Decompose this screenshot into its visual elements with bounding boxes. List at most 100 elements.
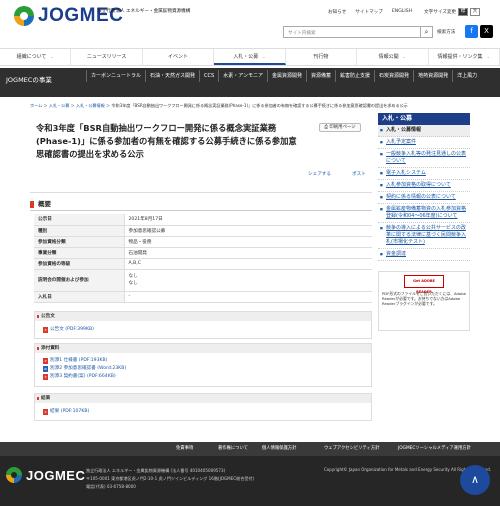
top-link-news[interactable]: お知らせ	[328, 9, 346, 15]
adobe-reader-button[interactable]: Get ADOBE READER	[404, 275, 444, 294]
table-row: 種別 参加意思確認公募	[34, 225, 372, 237]
facebook-icon[interactable]: f	[465, 25, 478, 38]
pdf-icon: P	[43, 357, 48, 364]
word-icon: W	[43, 365, 48, 372]
row-key: 公示日	[34, 214, 125, 226]
row-value: 物品・役務	[124, 236, 372, 248]
attachment-link[interactable]: P 別添3 契約書(案) (PDF:664KB)	[35, 373, 371, 381]
row-key: 参加資格の等級	[34, 258, 125, 270]
nav-info[interactable]: 情報提供・リンク集 ⌄	[429, 49, 500, 65]
sidebar-item[interactable]: 一般競争入札等の発注見通しの公表について	[378, 149, 470, 168]
org-name: 独立行政法人 エネルギー・金属鉱物資源機構	[97, 9, 191, 14]
breadcrumb-tender-info[interactable]: 入札・公募情報	[76, 103, 105, 108]
result-heading: 結果	[35, 393, 371, 403]
sidebar-item[interactable]: 入札予定案件	[378, 137, 470, 149]
nav-disclosure[interactable]: 情報公開 ⌄	[357, 49, 429, 65]
nav-about[interactable]: 組織について ⌄	[0, 49, 72, 65]
subnav-item[interactable]: カーボンニュートラル	[86, 70, 145, 82]
table-row: 入札日 -	[34, 291, 372, 303]
sidebar-item[interactable]: 競争の導入による公共サービスの改革に関する法律に基づく民間競争入札(市場化テスト…	[378, 223, 470, 249]
table-row: 参加資格の等級 A,B,C	[34, 258, 372, 270]
chevron-down-icon: ⌄	[402, 54, 406, 59]
main-content: 令和3年度「BSR自動抽出ワークフロー開発に係る概念実証業務(Phase-1)」…	[30, 113, 372, 421]
print-button[interactable]: ⎙ 印刷用ページ	[319, 123, 361, 132]
sidebar: 入札・公募 入札・公募情報入札予定案件一般競争入札等の発注見通しの公表について電…	[378, 113, 470, 331]
table-row: 説明会の開催および参加 なし なし	[34, 269, 372, 292]
subnav-item[interactable]: 石油・天然ガス開発	[145, 70, 199, 82]
subnav-item[interactable]: 水素・アンモニア	[218, 70, 267, 82]
main-nav: 組織について ⌄ ニュースリリース イベント 入札・公募 ⌄ 刊行物 情報公開 ⌄ 情…	[0, 48, 500, 66]
chevron-down-icon: ⌄	[50, 54, 54, 59]
title-box: 令和3年度「BSR自動抽出ワークフロー開発に係る概念実証業務(Phase-1)」…	[30, 113, 372, 193]
overview-table: 公示日 2021年8月17日 種別 参加意思確認公募 参加資格分類 物品・役務 事業分類 石油…	[34, 214, 372, 303]
footer-link-privacy[interactable]: 個人情報保護方針	[262, 442, 296, 456]
subnav-items: カーボンニュートラル 石油・天然ガス開発 CCS 水素・アンモニア 金属資源開発 資源備蓄…	[86, 70, 496, 82]
footer-nav: 免責事項 著作権について 個人情報保護方針 ウェブアクセシビリティ方針 JOGM…	[0, 442, 500, 456]
breadcrumb-tender[interactable]: 入札・公募	[49, 103, 69, 108]
sidebar-item[interactable]: 資金調達	[378, 249, 470, 261]
printer-icon: ⎙	[324, 125, 328, 130]
row-value: -	[124, 291, 372, 303]
post-link[interactable]: ポスト	[352, 171, 366, 177]
attachments-heading: 添付資料	[35, 343, 371, 353]
breadcrumb-current: 令和3年度「BSR自動抽出ワークフロー開発に係る概念実証業務(Phase-1)」…	[111, 103, 408, 108]
footer-link-copyright[interactable]: 著作権について	[218, 442, 248, 456]
business-subnav: JOGMECの事業 カーボンニュートラル 石油・天然ガス開発 CCS 水素・アンモニア…	[0, 68, 500, 97]
sidebar-heading[interactable]: 入札・公募	[378, 113, 470, 125]
x-icon[interactable]: X	[480, 25, 493, 38]
logo-mark-icon	[6, 467, 22, 483]
subnav-section-title[interactable]: JOGMECの事業	[6, 74, 52, 84]
back-to-top-icon[interactable]: ∧	[460, 465, 490, 495]
subnav-item[interactable]: 石炭資源開発	[374, 70, 413, 82]
result-link[interactable]: P 結果 (PDF:107KB)	[35, 408, 371, 416]
sidebar-item[interactable]: 電子入札システム	[378, 168, 470, 180]
font-size-control: 文字サイズ変更 標 大	[424, 8, 481, 16]
footer-link-disclaimer[interactable]: 免責事項	[176, 442, 193, 456]
public-notice-heading: 公告文	[35, 311, 371, 321]
chevron-down-icon: ⌄	[486, 54, 490, 59]
subnav-item[interactable]: 地熱資源開発	[413, 70, 452, 82]
subnav-item[interactable]: CCS	[199, 70, 218, 82]
result-box: 結果 P 結果 (PDF:107KB)	[34, 392, 372, 421]
search-help-link[interactable]: 検索方法	[437, 29, 455, 35]
sidebar-item[interactable]: 契約に係る情報の公表について	[378, 192, 470, 204]
nav-tender[interactable]: 入札・公募 ⌄	[214, 49, 286, 65]
row-key: 種別	[34, 225, 125, 237]
subnav-item[interactable]: 洋上風力	[452, 70, 481, 82]
font-size-normal-button[interactable]: 標	[458, 8, 469, 16]
attachment-link[interactable]: P 別添1 仕様書 (PDF:193KB)	[35, 357, 371, 365]
row-key: 入札日	[34, 291, 125, 303]
footer-link-accessibility[interactable]: ウェブアクセシビリティ方針	[324, 442, 379, 456]
breadcrumb-home[interactable]: ホーム	[30, 103, 42, 108]
row-key: 参加資格分類	[34, 236, 125, 248]
table-row: 公示日 2021年8月17日	[34, 214, 372, 226]
public-notice-link[interactable]: P 公告文 (PDF:399KB)	[35, 326, 371, 334]
nav-events[interactable]: イベント	[143, 49, 215, 65]
nav-publications[interactable]: 刊行物	[286, 49, 358, 65]
font-size-large-button[interactable]: 大	[470, 8, 481, 16]
subnav-item[interactable]: 金属資源開発	[267, 70, 306, 82]
footer-link-social[interactable]: JOGMECソーシャルメディア運用方針	[398, 442, 471, 456]
row-value: 参加意思確認公募	[124, 225, 372, 237]
attachments-box: 添付資料 P 別添1 仕様書 (PDF:193KB) W 別添2 参加意思確認書 (…	[34, 342, 372, 387]
search-input[interactable]: サイト内検索	[283, 26, 421, 38]
nav-news[interactable]: ニュースリリース	[71, 49, 143, 65]
subnav-item[interactable]: 鉱害防止支援	[335, 70, 374, 82]
subnav-item[interactable]: 資源備蓄	[306, 70, 335, 82]
chevron-down-icon: ⌄	[262, 54, 266, 59]
top-link-sitemap[interactable]: サイトマップ	[355, 9, 383, 15]
top-link-english[interactable]: ENGLISH	[392, 9, 412, 15]
attachment-link[interactable]: W 別添2 参加意思確認書 (Word:23KB)	[35, 365, 371, 373]
sidebar-item[interactable]: 金属鉱産物備蓄物資の入札参加資格登録(令和04〜06年度)について	[378, 204, 470, 223]
logo-mark-icon	[14, 6, 34, 26]
overview-heading: 概要	[30, 200, 372, 211]
share-link[interactable]: シェアする	[308, 171, 331, 177]
footer-address: 独立行政法人 エネルギー・金属鉱物資源機構 (法人番号 401040500957…	[86, 468, 255, 489]
adobe-reader-box: Get ADOBE READER PDF形式のファイルをご覧いただくには、Ado…	[378, 271, 470, 331]
footer-logo[interactable]: JOGMEC	[6, 467, 85, 483]
public-notice-box: 公告文 P 公告文 (PDF:399KB)	[34, 310, 372, 339]
table-row: 事業分類 石油開発	[34, 247, 372, 259]
sidebar-item[interactable]: 入札参加資格の取得について	[378, 180, 470, 192]
search-icon[interactable]: ⌕	[421, 26, 433, 38]
sidebar-item[interactable]: 入札・公募情報	[378, 125, 470, 137]
